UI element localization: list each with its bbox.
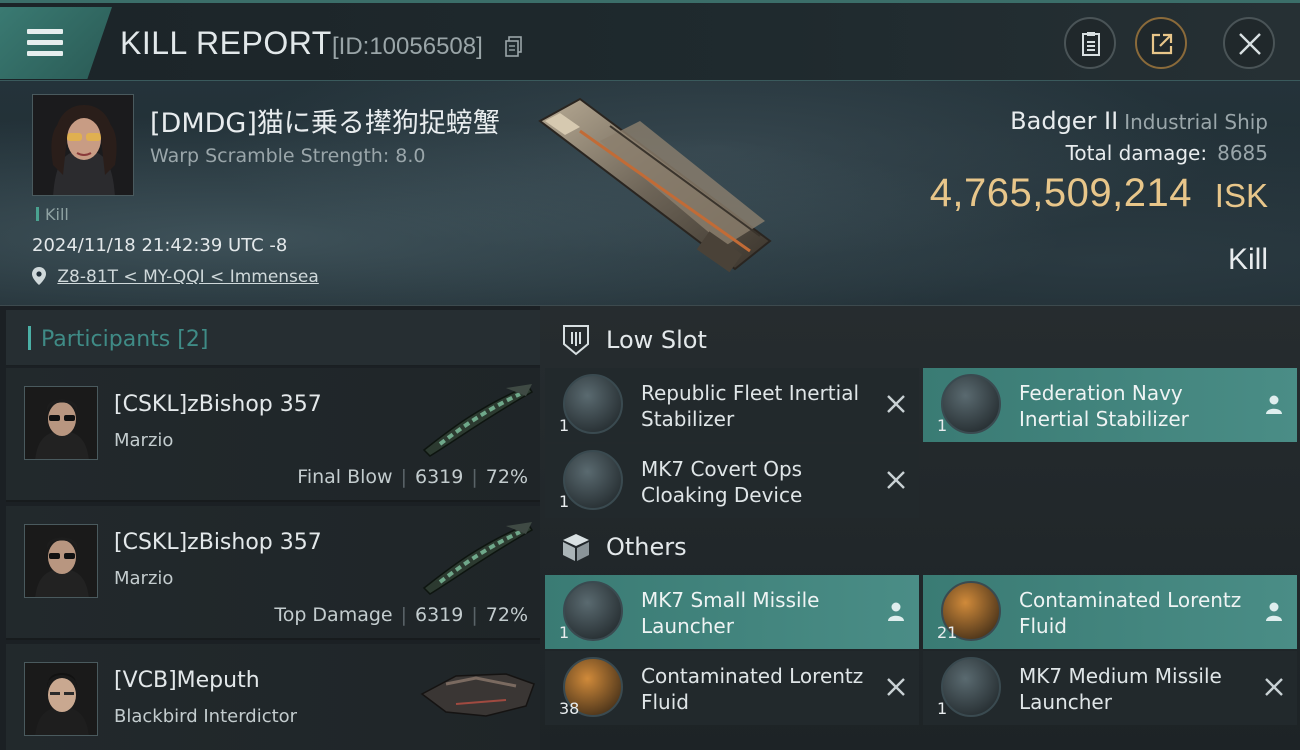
victim-name[interactable]: [DMDG]猫に乗る撵狗捉螃蟹 [150,101,500,140]
kill-timestamp: 2024/11/18 21:42:39 UTC -8 [32,235,288,256]
report-id: [ID:10056508] [332,33,483,60]
victim-ship[interactable]: Badger II Industrial Ship [1010,107,1268,135]
ship-class: Industrial Ship [1124,110,1268,134]
low-slot-header: Low Slot [560,312,707,368]
others-title: Others [606,533,687,561]
kill-location[interactable]: Z8-81T < MY-QQI < Immensea [32,267,319,287]
module-name: MK7 Medium Missile Launcher [1019,664,1222,714]
location-pin-icon [32,267,46,285]
total-damage-value: 8685 [1217,141,1268,165]
avatar [24,386,98,460]
isk-value: 4,765,509,214 [929,171,1192,215]
isk-unit: ISK [1214,177,1268,214]
participant-ship: Marzio [114,430,174,451]
inertial-stabilizer-icon [941,374,1001,434]
missile-launcher-icon [941,657,1001,717]
participant-ship-image [422,522,534,595]
victim-ship-image [538,97,772,273]
participant-name[interactable]: [VCB]Meputh [114,668,260,693]
total-damage-label: Total damage: [1065,141,1208,165]
module-item[interactable]: 1 Federation Navy Inertial Stabilizer [923,368,1297,442]
participant-ship: Marzio [114,568,174,589]
module-name: MK7 Covert Ops Cloaking Device [641,457,803,507]
low-slot-icon [563,325,589,356]
participant-role: Top Damage [274,604,393,626]
participant-damage: 6319 [415,466,464,488]
module-name: MK7 Small Missile Launcher [641,588,820,638]
result-label: Kill [1227,243,1268,276]
x-icon [887,395,905,413]
participant-percent: 72% [485,466,528,488]
hamburger-icon [27,29,63,57]
page-title: KILL REPORT [120,25,332,61]
share-icon [1151,33,1173,55]
warp-scramble-strength: Warp Scramble Strength: 8.0 [150,145,426,167]
x-icon [887,678,905,696]
participant-ship-image [422,384,534,457]
module-name: Federation Navy Inertial Stabilizer [1019,381,1189,431]
person-icon [1266,602,1282,621]
participant-card[interactable]: + [VCB]Meputh Blackbird Interdictor [6,644,540,750]
avatar [24,524,98,598]
module-name: Republic Fleet Inertial Stabilizer [641,381,860,431]
ship-name: Badger II [1010,107,1119,135]
participants-label: Participants [41,327,171,352]
participant-name[interactable]: [CSKL]zBishop 357 [114,530,322,555]
module-qty: 1 [937,416,948,435]
module-qty: 38 [559,699,580,718]
module-qty: 1 [937,699,948,718]
participants-header: Participants [2] [6,310,540,366]
participant-damage: 6319 [415,604,464,626]
module-item[interactable]: 1 Republic Fleet Inertial Stabilizer [545,368,919,442]
module-qty: 1 [559,492,570,511]
module-item[interactable]: 21 Contaminated Lorentz Fluid [923,575,1297,649]
participant-name[interactable]: [CSKL]zBishop 357 [114,392,322,417]
participant-role: Final Blow [297,466,393,488]
participant-card[interactable]: [CSKL]zBishop 357 Marzio Final Blow | 6319… [6,368,540,502]
x-icon [1265,678,1283,696]
participant-percent: 72% [485,604,528,626]
person-icon [888,602,904,621]
participant-ship: Blackbird Interdictor [114,706,298,727]
missile-launcher-icon [563,581,623,641]
module-item[interactable]: 38 Contaminated Lorentz Fluid [545,651,919,725]
module-qty: 1 [559,623,570,642]
participant-ship-image [420,673,535,717]
share-button[interactable] [1135,17,1187,69]
others-header: Others [560,519,687,575]
person-icon [1266,395,1282,414]
module-item[interactable]: 1 MK7 Small Missile Launcher [545,575,919,649]
participant-stats: Top Damage | 6319 | 72% [274,604,528,626]
copy-icon[interactable] [505,36,523,58]
close-icon [1239,33,1261,55]
participant-card[interactable]: [CSKL]zBishop 357 Marzio Top Damage | 6319… [6,506,540,640]
module-name: Contaminated Lorentz Fluid [1019,588,1242,638]
menu-button[interactable] [0,7,112,79]
module-name: Contaminated Lorentz Fluid [641,664,864,714]
clipboard-icon [1082,32,1100,56]
total-damage: Total damage: 8685 [1066,141,1268,165]
kill-tag: Kill [36,205,69,224]
victim-banner: [DMDG]猫に乗る撵狗捉螃蟹 Warp Scramble Strength: … [0,80,1300,306]
participants-title: Participants [2] [28,326,208,352]
victim-portrait[interactable] [32,94,134,196]
module-item[interactable]: 1 MK7 Covert Ops Cloaking Device [545,444,919,518]
participant-stats: Final Blow | 6319 | 72% [297,466,528,488]
cloaking-device-icon [563,450,623,510]
x-icon [887,471,905,489]
location-link[interactable]: Z8-81T < MY-QQI < Immensea [57,267,318,287]
close-button[interactable] [1223,17,1275,69]
module-item[interactable]: 1 MK7 Medium Missile Launcher [923,651,1297,725]
cube-icon [563,534,589,561]
inertial-stabilizer-icon [563,374,623,434]
participants-panel: Participants [2] [CSKL]zBishop 357 Marzi… [6,310,540,750]
module-qty: 21 [937,623,958,642]
kill-tag-label: Kill [45,205,69,224]
avatar: + [24,662,98,736]
participants-count: [2] [177,327,209,352]
clipboard-button[interactable] [1064,17,1116,69]
module-qty: 1 [559,416,570,435]
low-slot-title: Low Slot [606,326,707,354]
top-bar: KILL REPORT [ID:10056508] [0,0,1300,80]
